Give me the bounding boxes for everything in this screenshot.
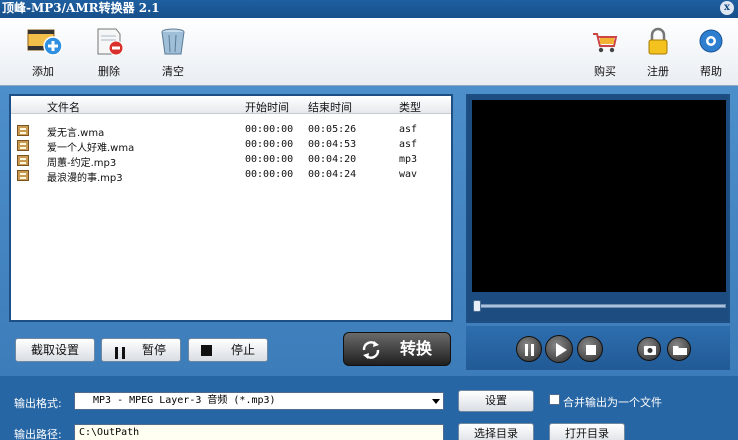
- add-button[interactable]: 添加: [18, 26, 68, 82]
- buy-label: 购买: [594, 65, 616, 78]
- row-end: 00:04:53: [308, 139, 357, 150]
- row-type: asf: [399, 139, 418, 150]
- help-label: 帮助: [700, 65, 722, 78]
- row-start: 00:00:00: [245, 154, 294, 165]
- buy-button[interactable]: 购买: [580, 26, 630, 82]
- register-button[interactable]: 注册: [633, 26, 683, 82]
- delete-button[interactable]: 删除: [84, 26, 134, 82]
- column-header-filename[interactable]: 文件名: [47, 99, 80, 115]
- video-screen: [472, 100, 726, 292]
- snapshot-button[interactable]: [637, 337, 661, 361]
- audio-file-icon: [17, 125, 29, 136]
- open-directory-button[interactable]: 打开目录: [549, 423, 625, 440]
- convert-button[interactable]: 转换: [343, 332, 451, 366]
- film-add-icon: [26, 26, 63, 58]
- row-filename: 爱一个人好难.wma: [47, 143, 135, 154]
- row-filename: 周蕙-约定.mp3: [47, 158, 117, 169]
- main-area: 文件名 开始时间 结束时间 类型 爱无言.wma 00:00:00 00:05:…: [0, 86, 738, 440]
- pause-label: 暂停: [142, 343, 167, 357]
- output-path-input[interactable]: C:\OutPath: [74, 424, 444, 440]
- stop-icon: [586, 345, 596, 355]
- folder-icon: [673, 346, 687, 355]
- pause-playback-button[interactable]: [516, 336, 542, 362]
- add-label: 添加: [32, 65, 54, 78]
- document-delete-icon: [92, 26, 126, 58]
- row-end: 00:04:24: [308, 169, 357, 180]
- output-format-select[interactable]: MP3 - MPEG Layer-3 音频 (*.mp3): [74, 392, 444, 410]
- output-settings: 输出格式: MP3 - MPEG Layer-3 音频 (*.mp3) 设置 合…: [0, 376, 738, 440]
- seek-handle[interactable]: [473, 300, 481, 312]
- shopping-cart-icon: [588, 26, 622, 58]
- row-type: mp3: [399, 154, 418, 165]
- player-controls: [466, 326, 730, 370]
- audio-file-icon: [17, 155, 29, 166]
- clear-button[interactable]: 清空: [148, 26, 198, 82]
- row-start: 00:00:00: [245, 169, 294, 180]
- column-header-start[interactable]: 开始时间: [245, 99, 289, 115]
- seek-bar[interactable]: [473, 300, 726, 312]
- choose-directory-button[interactable]: 选择目录: [458, 423, 534, 440]
- chevron-down-icon[interactable]: [432, 399, 440, 404]
- merge-output-label: 合并输出为一个文件: [563, 396, 662, 409]
- play-button[interactable]: [545, 335, 573, 363]
- help-icon: [694, 26, 728, 58]
- register-label: 注册: [647, 65, 669, 78]
- clip-settings-button[interactable]: 截取设置: [15, 338, 95, 362]
- toolbar: 添加 删除 清空 购买 注册 帮助: [0, 18, 738, 86]
- output-path-label: 输出路径:: [14, 428, 62, 440]
- column-header-type[interactable]: 类型: [399, 99, 421, 115]
- row-filename: 最浪漫的事.mp3: [47, 173, 123, 184]
- file-list[interactable]: 文件名 开始时间 结束时间 类型 爱无言.wma 00:00:00 00:05:…: [9, 94, 453, 322]
- row-type: wav: [399, 169, 418, 180]
- stop-playback-button[interactable]: [577, 336, 603, 362]
- row-end: 00:05:26: [308, 124, 357, 135]
- stop-button[interactable]: 停止: [188, 338, 268, 362]
- delete-label: 删除: [98, 65, 120, 78]
- table-row[interactable]: 周蕙-约定.mp3 00:00:00 00:04:20 mp3: [11, 153, 451, 169]
- audio-file-icon: [17, 170, 29, 181]
- window-title: 顶峰-MP3/AMR转换器 2.1: [2, 1, 160, 15]
- row-start: 00:00:00: [245, 124, 294, 135]
- trash-bin-icon: [156, 26, 190, 58]
- row-filename: 爱无言.wma: [47, 128, 105, 139]
- pause-icon: [114, 344, 126, 359]
- merge-output-checkbox[interactable]: [549, 394, 560, 405]
- title-bar: 顶峰-MP3/AMR转换器 2.1 x: [0, 0, 738, 18]
- output-format-label: 输出格式:: [14, 397, 62, 410]
- clear-label: 清空: [162, 65, 184, 78]
- lock-icon: [641, 26, 675, 58]
- audio-file-icon: [17, 140, 29, 151]
- play-icon: [556, 343, 567, 357]
- table-row[interactable]: 爱无言.wma 00:00:00 00:05:26 asf: [11, 123, 451, 139]
- stop-icon: [201, 345, 212, 356]
- row-start: 00:00:00: [245, 139, 294, 150]
- table-row[interactable]: 爱一个人好难.wma 00:00:00 00:04:53 asf: [11, 138, 451, 154]
- camera-icon: [644, 346, 656, 355]
- stop-label: 停止: [231, 343, 256, 357]
- video-preview-panel: [466, 94, 730, 323]
- refresh-icon: [360, 339, 382, 361]
- open-folder-button[interactable]: [667, 337, 691, 361]
- pause-button[interactable]: 暂停: [101, 338, 181, 362]
- format-settings-button[interactable]: 设置: [458, 390, 534, 412]
- file-list-header: 文件名 开始时间 结束时间 类型: [11, 96, 451, 114]
- table-row[interactable]: 最浪漫的事.mp3 00:00:00 00:04:24 wav: [11, 168, 451, 184]
- column-header-end[interactable]: 结束时间: [308, 99, 352, 115]
- output-format-value: MP3 - MPEG Layer-3 音频 (*.mp3): [93, 395, 276, 406]
- row-end: 00:04:20: [308, 154, 357, 165]
- row-type: asf: [399, 124, 418, 135]
- help-button[interactable]: 帮助: [686, 26, 736, 82]
- close-icon[interactable]: x: [720, 1, 734, 15]
- convert-label: 转换: [400, 339, 433, 358]
- pause-icon: [525, 344, 534, 356]
